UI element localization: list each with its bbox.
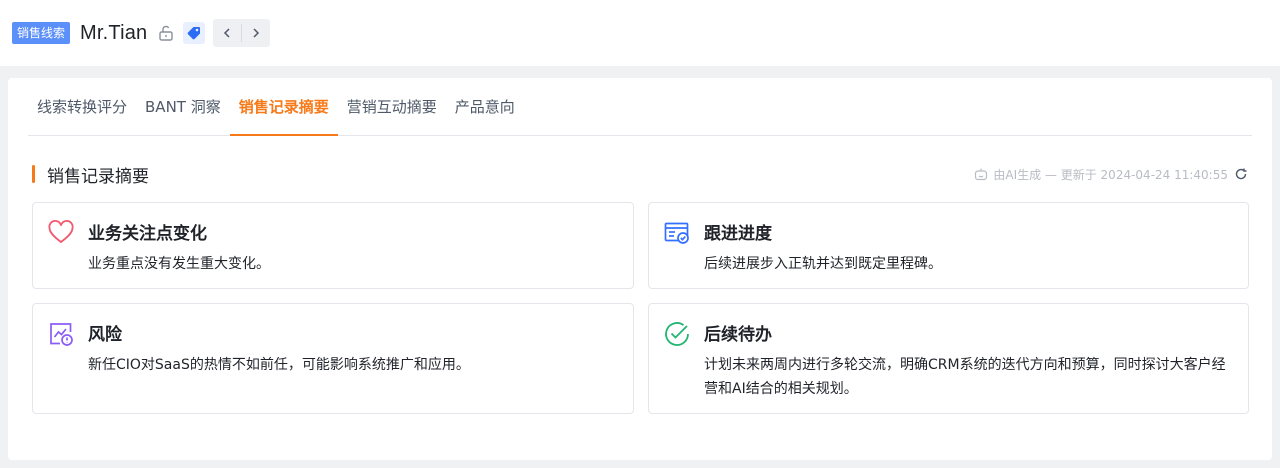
heart-icon xyxy=(47,219,75,247)
tab-marketing-summary[interactable]: 营销互动摘要 xyxy=(338,77,446,135)
panel-title: 跟进进度 xyxy=(704,224,772,244)
tab-sales-summary[interactable]: 销售记录摘要 xyxy=(229,77,338,136)
tab-label: BANT 洞察 xyxy=(145,97,221,116)
todo-panel: 后续待办 计划未来两周内进行多轮交流，明确CRM系统的迭代方向和预算，同时探讨大… xyxy=(648,303,1249,414)
page-header: 销售线索 Mr.Tian xyxy=(0,0,1280,66)
tag-icon[interactable] xyxy=(183,22,206,44)
lead-type-tag: 销售线索 xyxy=(12,22,71,44)
section-header: 销售记录摘要 由AI生成 — 更新于 2024-04-24 11:40:55 xyxy=(32,162,1248,187)
panel-title: 业务关注点变化 xyxy=(88,224,207,244)
tab-product-intent[interactable]: 产品意向 xyxy=(446,77,524,135)
panel-text: 计划未来两周内进行多轮交流，明确CRM系统的迭代方向和预算，同时探讨大客户经营和… xyxy=(704,357,1226,397)
panel-title: 风险 xyxy=(88,325,122,345)
panel-text: 新任CIO对SaaS的热情不如前任，可能影响系统推广和应用。 xyxy=(88,357,470,373)
panel-text: 业务重点没有发生重大变化。 xyxy=(88,256,270,272)
risk-panel: 风险 新任CIO对SaaS的热情不如前任，可能影响系统推广和应用。 xyxy=(32,303,634,414)
panel-title: 后续待办 xyxy=(704,325,772,345)
progress-check-icon xyxy=(663,219,691,247)
tab-label: 线索转换评分 xyxy=(37,97,128,116)
tab-bant[interactable]: BANT 洞察 xyxy=(136,77,230,135)
page-title: Mr.Tian xyxy=(80,21,148,44)
tab-label: 营销互动摘要 xyxy=(346,97,437,116)
section-title: 销售记录摘要 xyxy=(47,166,149,187)
focus-change-panel: 业务关注点变化 业务重点没有发生重大变化。 xyxy=(32,202,634,289)
refresh-icon[interactable] xyxy=(1234,167,1248,181)
section-accent-bar xyxy=(32,165,35,183)
panel-text: 后续进展步入正轨并达到既定里程碑。 xyxy=(704,256,942,272)
tab-label: 产品意向 xyxy=(454,97,515,116)
record-nav xyxy=(213,19,271,47)
risk-chart-icon xyxy=(47,320,75,348)
ai-meta-text: 由AI生成 — 更新于 2024-04-24 11:40:55 xyxy=(993,167,1228,182)
follow-progress-panel: 跟进进度 后续进展步入正轨并达到既定里程碑。 xyxy=(648,202,1249,289)
tab-label: 销售记录摘要 xyxy=(238,97,329,116)
tab-bar: 线索转换评分 BANT 洞察 销售记录摘要 营销互动摘要 产品意向 xyxy=(28,78,1252,136)
chevron-right-icon[interactable] xyxy=(242,19,270,47)
ai-meta: 由AI生成 — 更新于 2024-04-24 11:40:55 xyxy=(973,166,1248,183)
unlock-icon[interactable] xyxy=(157,24,175,42)
chevron-left-icon[interactable] xyxy=(213,19,241,47)
tab-lead-score[interactable]: 线索转换评分 xyxy=(28,77,136,135)
robot-icon xyxy=(973,166,989,182)
summary-card: 线索转换评分 BANT 洞察 销售记录摘要 营销互动摘要 产品意向 销售记录摘要… xyxy=(8,78,1272,460)
check-circle-icon xyxy=(663,320,691,348)
